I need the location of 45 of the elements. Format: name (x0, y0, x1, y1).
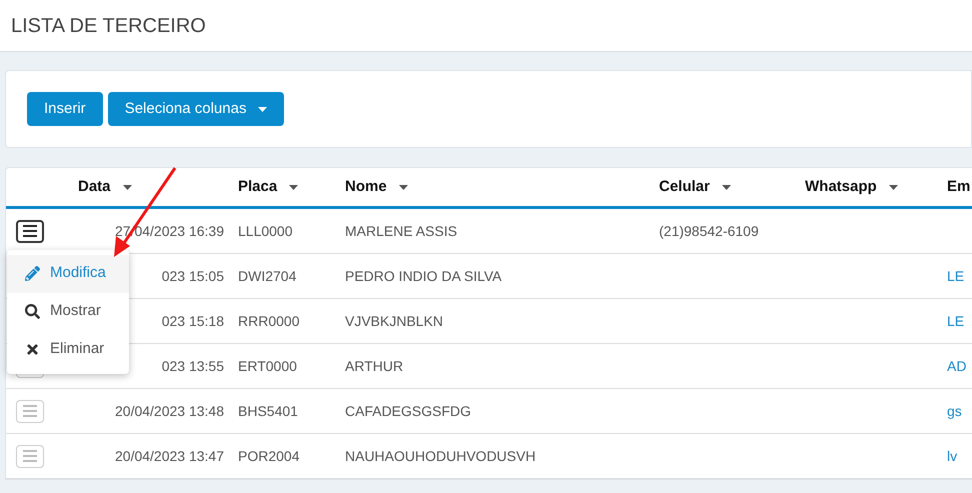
column-header[interactable]: Data (78, 176, 238, 198)
pencil-icon (25, 266, 40, 281)
caret-icon (258, 106, 268, 112)
caret-icon (289, 184, 298, 190)
table-cell: NAUHAOUHODUHVODUSVH (345, 448, 536, 464)
row-menu-button[interactable] (16, 220, 44, 242)
email-link[interactable]: lv (947, 448, 958, 464)
email-link[interactable]: AD (947, 358, 966, 374)
email-link[interactable]: LE (947, 312, 964, 328)
table-cell: BHS5401 (238, 402, 298, 418)
table-cell: MARLENE ASSIS (345, 222, 458, 238)
table-cell: CAFADEGSGSFDG (345, 402, 472, 418)
caret-icon (122, 184, 132, 190)
menu-item[interactable]: Mostrar (7, 292, 129, 330)
column-header[interactable]: Placa (238, 176, 345, 198)
table-cell: ERT0000 (238, 358, 297, 374)
select-columns-button[interactable]: Seleciona colunas (108, 92, 284, 126)
email-link[interactable]: LE (947, 268, 964, 284)
table-cell: 023 13:55 (162, 358, 224, 374)
table-cell: ARTHUR (345, 358, 404, 374)
table-cell: POR2004 (238, 448, 300, 464)
table-cell: (21)98542-6109 (659, 222, 759, 238)
table-cell: DWI2704 (238, 268, 296, 284)
table-cell: 20/04/2023 13:48 (115, 402, 224, 418)
email-link[interactable]: gs (947, 402, 962, 418)
table-cell: LLL0000 (238, 222, 293, 238)
column-header[interactable]: Whatsapp (805, 176, 947, 198)
caret-icon (722, 184, 731, 190)
menu-item[interactable]: Eliminar (7, 330, 129, 368)
table-cell: RRR0000 (238, 312, 300, 328)
close-icon (25, 342, 40, 357)
column-header[interactable]: Nome (345, 176, 659, 198)
caret-icon (888, 184, 898, 190)
table-cell: 023 15:05 (162, 268, 224, 284)
table-cell: VJVBKJNBLKN (345, 312, 444, 328)
table-cell: 023 15:18 (162, 312, 224, 328)
insert-button[interactable]: Inserir (27, 92, 103, 126)
search-icon (25, 304, 40, 319)
table-cell: 20/04/2023 13:47 (115, 448, 224, 464)
caret-icon (398, 184, 408, 190)
menu-item[interactable]: Modifica (7, 254, 129, 292)
table-cell: PEDRO INDIO DA SILVA (345, 268, 502, 284)
column-header[interactable]: Em (947, 176, 972, 198)
column-header[interactable]: Celular (659, 176, 805, 198)
page-title: LISTA DE TERCEIRO (11, 14, 206, 38)
